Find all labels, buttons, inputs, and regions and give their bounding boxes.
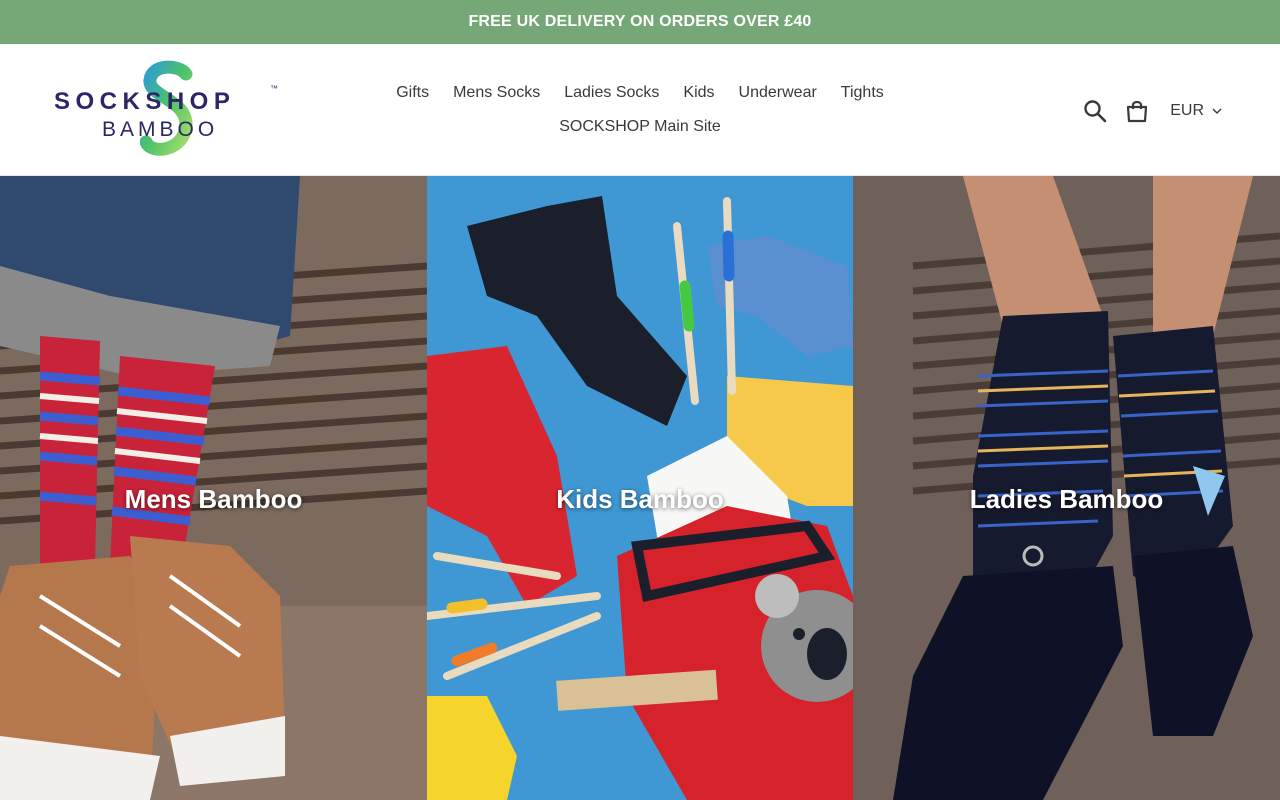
collection-tile-kids[interactable]: Kids Bamboo [427,176,853,800]
nav-item-gifts[interactable]: Gifts [384,80,441,106]
nav-item-tights[interactable]: Tights [829,80,896,106]
logo-trademark: ™ [270,84,278,93]
header-tools: EUR [1082,94,1222,128]
currency-selector[interactable]: EUR [1170,102,1222,120]
collection-tile-ladies[interactable]: Ladies Bamboo [853,176,1280,800]
search-icon[interactable] [1082,98,1108,124]
collection-grid: Mens Bamboo Kids Bamboo Ladies Bamboo [0,176,1280,800]
main-navigation: Gifts Mens Socks Ladies Socks Kids Under… [382,80,898,140]
currency-value: EUR [1170,102,1204,119]
nav-item-sockshop-main-site[interactable]: SOCKSHOP Main Site [547,114,733,140]
nav-item-kids[interactable]: Kids [671,80,726,106]
announcement-bar: FREE UK DELIVERY ON ORDERS OVER £40 [0,0,1280,44]
site-header: SOCKSHOP ™ BAMBOO Gifts Mens Socks Ladie… [0,44,1280,176]
logo-subtitle: BAMBOO [102,118,219,141]
sockshop-bamboo-logo[interactable]: SOCKSHOP ™ BAMBOO [54,60,282,160]
nav-item-ladies-socks[interactable]: Ladies Socks [552,80,671,106]
logo-wordmark: SOCKSHOP [54,88,236,115]
collection-tile-mens[interactable]: Mens Bamboo [0,176,427,800]
collection-label-mens: Mens Bamboo [124,484,303,514]
collection-label-kids: Kids Bamboo [556,484,724,514]
nav-item-mens-socks[interactable]: Mens Socks [441,80,552,106]
nav-item-underwear[interactable]: Underwear [727,80,829,106]
announcement-text: FREE UK DELIVERY ON ORDERS OVER £40 [468,13,812,30]
collection-label-ladies: Ladies Bamboo [969,484,1164,514]
chevron-down-icon [1212,108,1222,114]
cart-icon[interactable] [1124,98,1150,124]
